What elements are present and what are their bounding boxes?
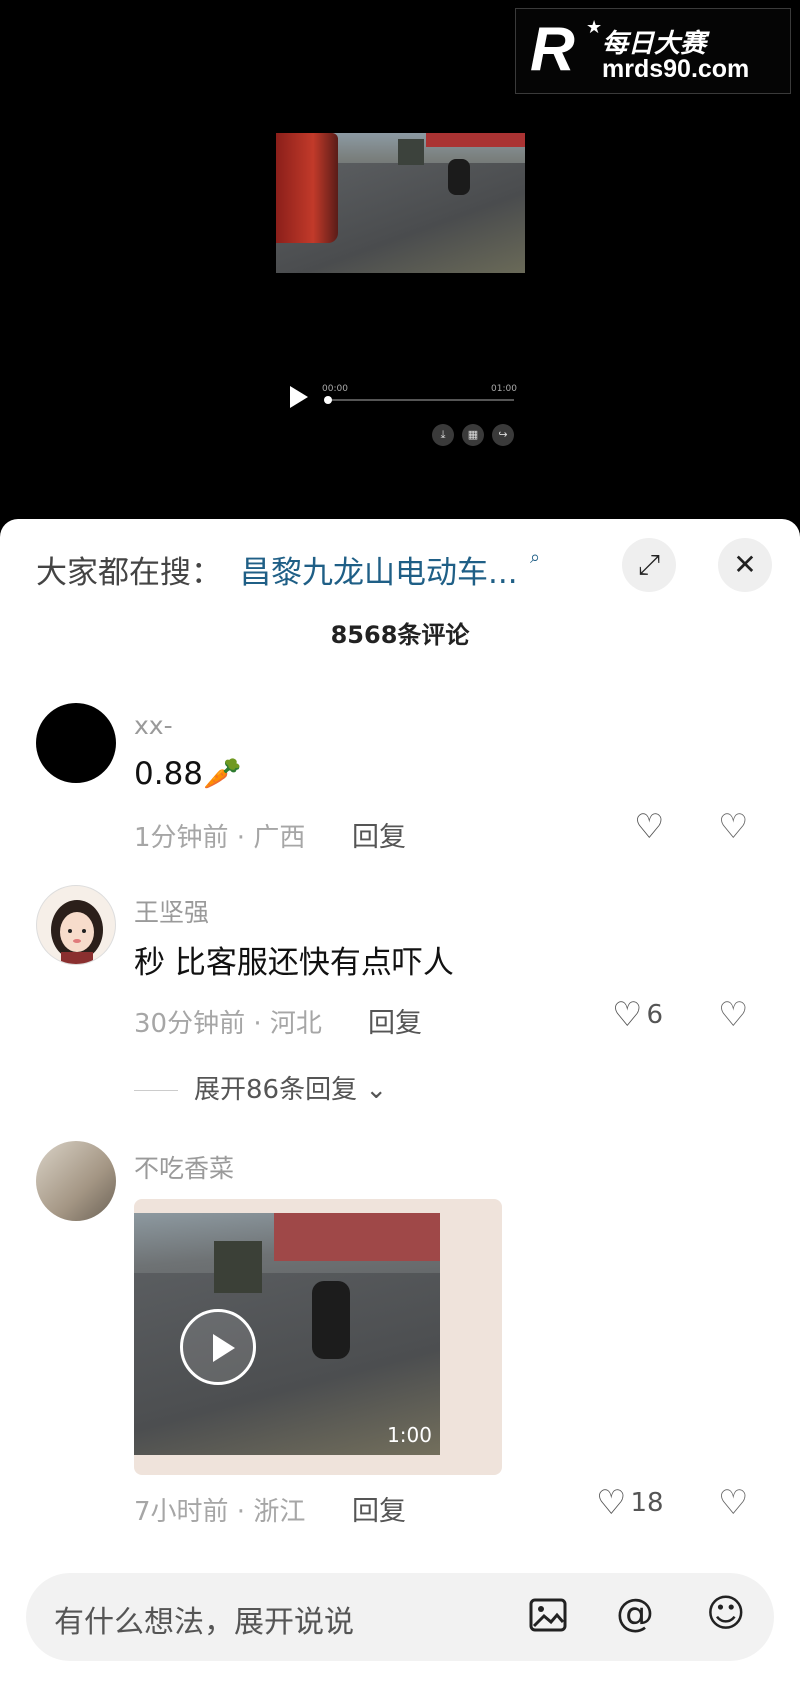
close-button[interactable]: ✕: [718, 538, 772, 592]
like-count: 18: [630, 1488, 664, 1518]
comment-input-placeholder: 有什么想法，展开说说: [54, 1605, 354, 1640]
play-icon[interactable]: [290, 386, 308, 408]
comment-username[interactable]: 不吃香菜: [134, 1149, 234, 1185]
avatar-illustration: [51, 900, 103, 964]
like-button[interactable]: ♡: [634, 807, 664, 847]
heart-icon: ♡: [634, 807, 665, 847]
image-icon[interactable]: [528, 1591, 568, 1644]
reply-button[interactable]: 回复: [352, 1489, 406, 1528]
heart-icon: ♡: [596, 1483, 627, 1523]
emoji-icon[interactable]: ☺: [706, 1591, 746, 1635]
brand-url: mrds90.com: [602, 55, 750, 83]
dislike-icon[interactable]: ♡: [718, 807, 748, 847]
time-total: 01:00: [491, 384, 517, 394]
search-label: 大家都在搜：: [36, 555, 222, 591]
video-distant-truck: [398, 139, 424, 165]
comment-sheet: 大家都在搜： 昌黎九龙山电动车... ⌕ ⤢ ✕ 8568条评论 xx- 0.8…: [0, 519, 800, 1681]
comment-text: 0.88🥕: [134, 756, 242, 792]
search-suggestion-link[interactable]: 昌黎九龙山电动车...: [240, 547, 518, 592]
progress-bar[interactable]: [326, 399, 514, 401]
share-icon[interactable]: ↪: [492, 424, 514, 446]
comment-video-attachment[interactable]: 1:00: [134, 1199, 502, 1475]
video-rider: [448, 159, 470, 195]
video-truck: [214, 1241, 262, 1293]
dislike-icon[interactable]: ♡: [718, 995, 748, 1035]
video-duration: 1:00: [387, 1423, 432, 1447]
avatar[interactable]: [36, 885, 116, 965]
video-buildings: [426, 133, 525, 147]
comment-meta: 1分钟前 · 广西: [134, 823, 306, 853]
comment-meta: 7小时前 · 浙江: [134, 1497, 306, 1527]
video-red-truck: [276, 133, 338, 243]
progress-knob[interactable]: [324, 396, 332, 404]
star-icon: ★: [586, 17, 603, 38]
chevron-down-icon: ⌄: [365, 1075, 388, 1105]
video-frame[interactable]: [276, 133, 525, 273]
download-icon[interactable]: ⤓: [432, 424, 454, 446]
reply-button[interactable]: 回复: [352, 815, 406, 854]
video-player[interactable]: R ★ 每日大赛 mrds90.com 00:00 01:00 ⤓ ▦ ↪: [0, 0, 800, 530]
heart-icon: ♡: [612, 995, 643, 1035]
brand-mark: R: [530, 15, 575, 84]
expand-replies-label: 展开86条回复: [194, 1075, 358, 1105]
reply-button[interactable]: 回复: [368, 1001, 422, 1040]
like-button[interactable]: ♡ 6: [612, 995, 663, 1035]
divider: [134, 1090, 178, 1091]
fullscreen-button[interactable]: ⤢: [622, 538, 676, 592]
like-button[interactable]: ♡ 18: [596, 1483, 664, 1523]
comment-input[interactable]: 有什么想法，展开说说 @ ☺: [26, 1573, 774, 1661]
comment-username[interactable]: 王坚强: [134, 893, 209, 929]
search-icon[interactable]: ⌕: [530, 547, 540, 568]
at-icon[interactable]: @: [616, 1591, 654, 1635]
avatar[interactable]: [36, 1141, 116, 1221]
video-buildings: [274, 1213, 440, 1261]
fullscreen-icon: ⤢: [637, 548, 661, 581]
like-count: 6: [646, 1000, 664, 1030]
comment-count: 8568条评论: [330, 621, 470, 649]
video-rider: [312, 1281, 350, 1359]
screenshot-icon[interactable]: ▦: [462, 424, 484, 446]
close-icon: ✕: [733, 548, 757, 581]
comment-text: 秒 比客服还快有点吓人: [134, 945, 454, 981]
time-current: 00:00: [322, 384, 348, 394]
watermark-logo: R ★ 每日大赛 mrds90.com: [515, 8, 791, 94]
dislike-icon[interactable]: ♡: [718, 1483, 748, 1523]
comment-video-thumbnail[interactable]: 1:00: [134, 1213, 440, 1455]
comment-username[interactable]: xx-: [134, 711, 173, 740]
expand-replies-button[interactable]: 展开86条回复 ⌄: [134, 1069, 387, 1106]
comment-meta: 30分钟前 · 河北: [134, 1009, 322, 1039]
play-icon[interactable]: [180, 1309, 256, 1385]
avatar[interactable]: [36, 703, 116, 783]
